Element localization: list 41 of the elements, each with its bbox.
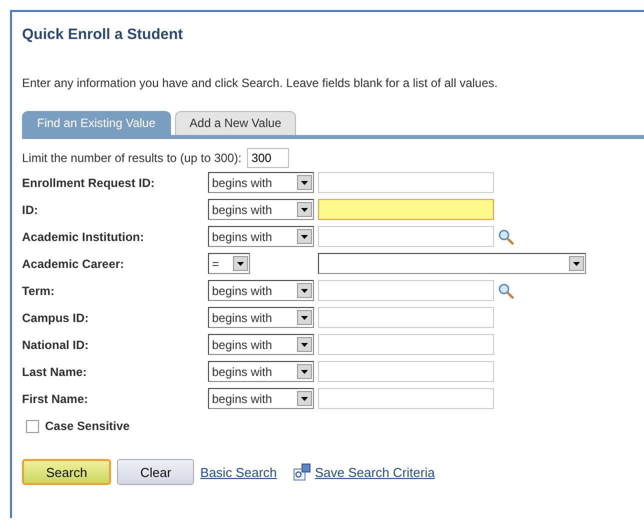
field-label: Term: [22,284,56,298]
input-field[interactable] [318,388,494,409]
operator-dropdown[interactable]: begins with [208,307,314,328]
input-field[interactable] [318,199,494,220]
input-field[interactable] [318,280,494,301]
operator-dropdown[interactable]: = [208,253,250,274]
clear-button[interactable]: Clear [117,459,194,485]
input-field[interactable] [318,334,494,355]
field-label: Campus ID: [22,310,90,324]
checkbox-label: Case Sensitive [45,419,130,433]
link[interactable]: Basic Search [200,464,277,480]
input-field[interactable] [318,361,494,382]
operator-dropdown[interactable]: begins with [208,226,314,247]
operator-dropdown[interactable]: begins with [208,280,314,301]
link[interactable]: Save Search Criteria [314,464,435,480]
field-label: Academic Career: [22,256,126,270]
instructions-text: Enter any information you have and click Search. Leave fields blank for a list of all values. [22,76,499,90]
input-field[interactable] [318,307,494,328]
checkbox[interactable] [26,420,39,432]
limit-label: Limit the number of results to (up to 300): [22,151,242,165]
field-label: First Name: [22,392,90,406]
value-dropdown[interactable] [318,253,586,274]
input-field[interactable] [318,172,494,193]
field-label: Academic Institution: [22,230,146,244]
page-title: Quick Enroll a Student [22,26,184,43]
search-button[interactable]: Search [22,459,112,485]
search-icon[interactable] [498,282,514,298]
input-field[interactable] [318,226,494,247]
field-label: Last Name: [22,364,88,378]
operator-dropdown[interactable]: begins with [208,172,314,193]
field-label: Enrollment Request ID: [22,176,156,190]
field-label: National ID: [22,338,90,352]
search-icon[interactable] [498,228,514,244]
operator-dropdown[interactable]: begins with [208,361,314,382]
limit-field[interactable]: 300 [247,148,290,168]
operator-dropdown[interactable]: begins with [208,334,314,355]
tab[interactable]: Add a New Value [174,111,296,135]
operator-dropdown[interactable]: begins with [208,199,314,220]
save-search-icon[interactable] [292,463,311,481]
field-label: ID: [22,202,39,216]
operator-dropdown[interactable]: begins with [208,388,314,409]
